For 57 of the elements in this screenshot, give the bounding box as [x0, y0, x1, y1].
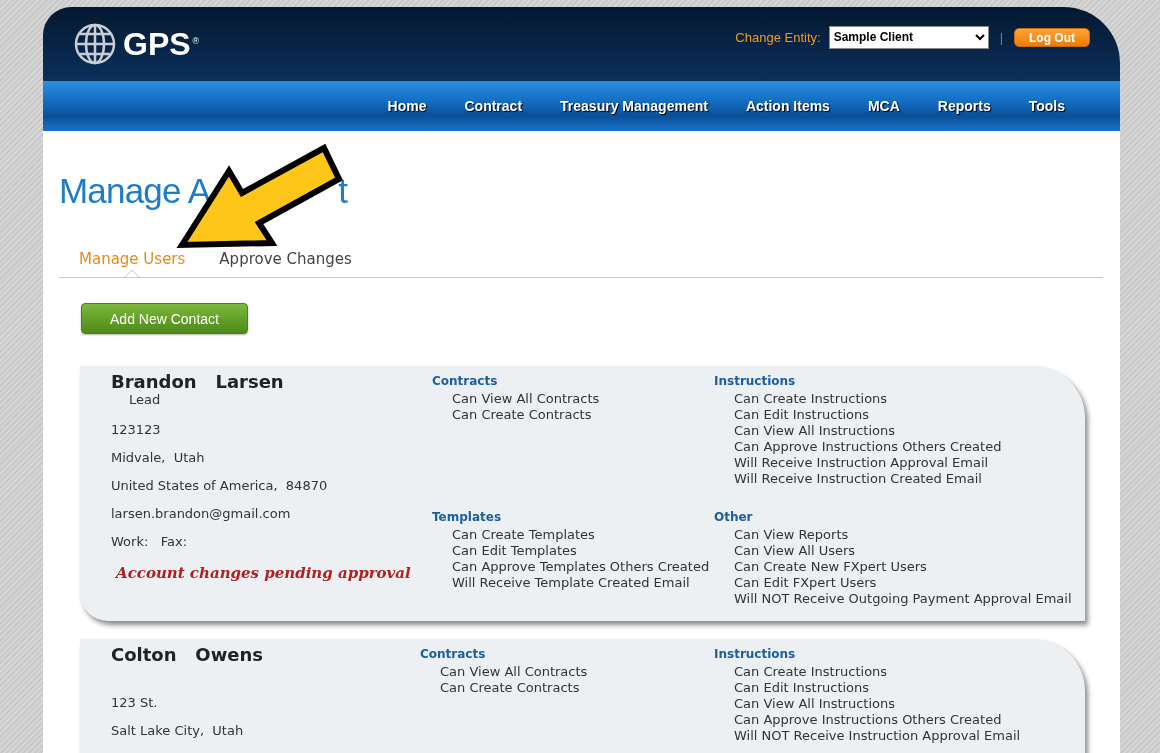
- permission-item: Can Edit FXpert Users: [733, 575, 878, 591]
- contact-role: Lead: [129, 392, 162, 409]
- permission-item: Can View Reports: [733, 527, 850, 543]
- permission-item: Will Receive Template Created Email: [451, 575, 691, 591]
- section-heading: Contracts: [432, 374, 499, 388]
- registered-mark: ®: [192, 36, 200, 46]
- permission-item: Can Create Templates: [451, 527, 596, 543]
- section-heading: Instructions: [714, 647, 797, 661]
- permission-item: Can Create Instructions: [733, 391, 889, 407]
- contact-name: Brandon Larsen: [111, 371, 285, 392]
- page-title-fragment: t: [338, 171, 348, 211]
- entity-label: Change Entity:: [735, 29, 821, 45]
- contact-name: Colton Owens: [111, 644, 264, 665]
- tab[interactable]: Approve Changes: [219, 249, 352, 277]
- nav-link[interactable]: Tools: [1009, 98, 1084, 114]
- separator: |: [999, 29, 1003, 45]
- contact-detail: larsen.brandon@gmail.com: [111, 505, 292, 522]
- nav-link[interactable]: Home: [368, 98, 446, 114]
- permission-item: Can Edit Templates: [451, 543, 578, 559]
- permission-item: Can View All Instructions: [733, 423, 896, 439]
- nav-link[interactable]: Action Items: [726, 98, 849, 114]
- permission-item: Can Approve Instructions Others Created: [733, 439, 1003, 455]
- section-heading: Other: [714, 510, 754, 524]
- permission-item: Can Create Instructions: [733, 664, 889, 680]
- permission-item: Can View All Contracts: [439, 664, 589, 680]
- contact-detail: United States of America, 84870: [111, 477, 329, 494]
- permission-item: Can Edit Instructions: [733, 407, 871, 423]
- permission-item: Will Receive Instruction Approval Email: [733, 455, 990, 471]
- nav-link[interactable]: Treasury Management: [541, 98, 727, 114]
- contact-detail: Salt Lake City, Utah: [111, 722, 245, 739]
- add-contact-button[interactable]: Add New Contact: [81, 303, 248, 334]
- pending-notice: Account changes pending approval: [116, 564, 412, 582]
- nav-link[interactable]: Reports: [918, 98, 1010, 114]
- permission-item: Can View All Users: [733, 543, 857, 559]
- permission-item: Can View All Contracts: [451, 391, 601, 407]
- permission-item: Can Create New FXpert Users: [733, 559, 928, 575]
- globe-logo-icon: [73, 22, 117, 66]
- section-heading: Instructions: [714, 374, 797, 388]
- logo-text: GPS: [123, 25, 191, 63]
- permission-item: Can Create Contracts: [451, 407, 593, 423]
- contact-detail: 123 St.: [111, 694, 159, 711]
- permission-item: Can Approve Instructions Others Created: [733, 712, 1003, 728]
- permission-item: Will NOT Receive Outgoing Payment Approval Email: [733, 591, 1073, 607]
- permission-item: Will NOT Receive Instruction Approval Email: [733, 728, 1022, 744]
- permission-item: Can View All Instructions: [733, 696, 896, 712]
- permission-item: Can Edit Instructions: [733, 680, 871, 696]
- permission-item: Can Approve Templates Others Created: [451, 559, 711, 575]
- contact-detail: Midvale, Utah: [111, 449, 206, 466]
- permission-item: Can Create Contracts: [439, 680, 581, 696]
- section-heading: Contracts: [420, 647, 487, 661]
- contact-detail: 123123: [111, 421, 162, 438]
- contact-detail: Work: Fax:: [111, 533, 189, 550]
- nav-link[interactable]: Contract: [445, 98, 542, 114]
- nav-link[interactable]: MCA: [848, 98, 919, 114]
- section-heading: Templates: [432, 510, 503, 524]
- entity-select[interactable]: Sample Client: [828, 25, 989, 49]
- permission-item: Will Receive Instruction Created Email: [733, 471, 983, 487]
